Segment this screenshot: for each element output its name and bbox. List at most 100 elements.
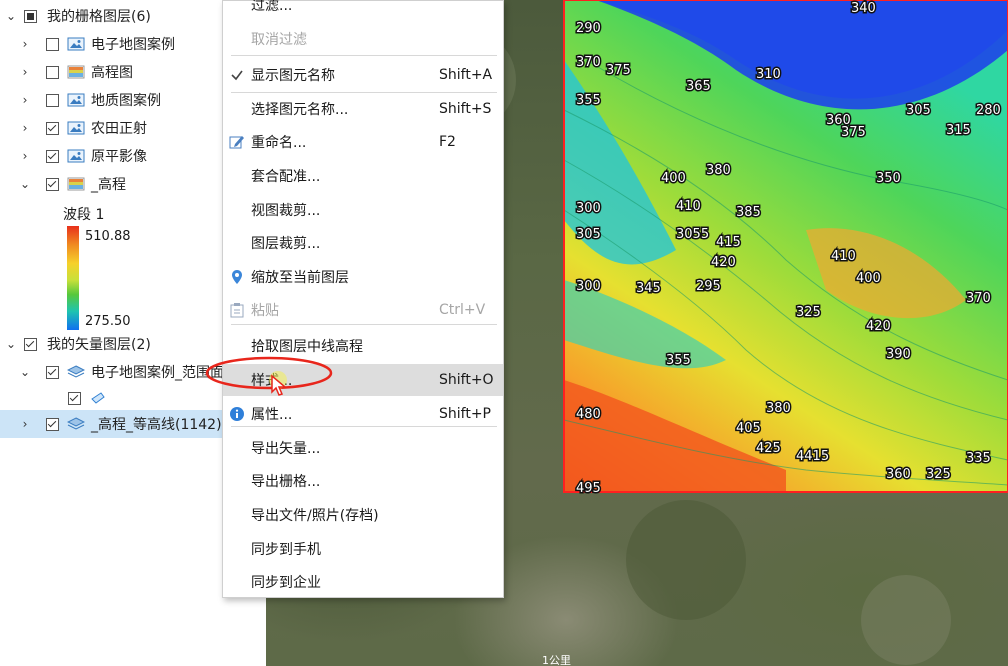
menu-item-label: 显示图元名称: [251, 68, 335, 84]
menu-item[interactable]: 同步到手机: [223, 533, 503, 565]
paste-icon: [230, 303, 244, 318]
menu-item[interactable]: 选择图元名称... Shift+S: [223, 93, 503, 125]
menu-item[interactable]: 同步到企业: [223, 566, 503, 598]
layer-checkbox[interactable]: [46, 417, 59, 431]
chevron-right-icon[interactable]: ›: [18, 37, 32, 51]
menu-item[interactable]: 套合配准...: [223, 160, 503, 192]
layer-label: _高程: [91, 177, 126, 193]
contour-label: 420: [866, 319, 891, 334]
menu-item-shortcut: Shift+A: [439, 67, 493, 83]
contour-label: 495: [576, 481, 601, 496]
image-layer-icon: [67, 121, 85, 135]
contour-label: 290: [576, 21, 601, 36]
contour-label: 425: [756, 441, 781, 456]
contour-label: 305: [906, 103, 931, 118]
layer-label: 农田正射: [91, 121, 147, 137]
layer-label: _高程_等高线(1142): [91, 417, 222, 433]
contour-label: 295: [696, 279, 721, 294]
chevron-down-icon[interactable]: ⌄: [4, 337, 18, 351]
chevron-down-icon[interactable]: ⌄: [18, 177, 32, 191]
sublayer-checkbox[interactable]: [68, 391, 81, 405]
image-layer-icon: [67, 93, 85, 107]
menu-item-shortcut: Shift+O: [439, 372, 494, 388]
menu-item[interactable]: 过滤...: [223, 0, 503, 21]
menu-item[interactable]: 导出文件/照片(存档): [223, 499, 503, 531]
elevation-layer-icon: [67, 177, 85, 191]
contour-label: 370: [576, 55, 601, 70]
contour-label: 360: [886, 467, 911, 482]
polygon-style-icon: [91, 392, 105, 404]
layer-checkbox[interactable]: [46, 37, 59, 51]
contour-label: 300: [576, 279, 601, 294]
group-checkbox[interactable]: [24, 9, 37, 23]
chevron-right-icon[interactable]: ›: [18, 417, 32, 431]
contour-label: 3055: [676, 227, 709, 242]
vector-group-label: 我的矢量图层(2): [47, 337, 151, 353]
layer-label: 原平影像: [91, 149, 147, 165]
menu-separator: [231, 55, 497, 56]
menu-item[interactable]: 图层裁剪...: [223, 227, 503, 259]
layer-checkbox[interactable]: [46, 121, 59, 135]
chevron-right-icon[interactable]: ›: [18, 65, 32, 79]
legend-max-value: 510.88: [85, 229, 131, 244]
menu-item[interactable]: 显示图元名称 Shift+A: [223, 59, 503, 91]
menu-separator: [231, 92, 497, 93]
menu-item-shortcut: Shift+S: [439, 101, 492, 117]
menu-item-label: 导出矢量...: [251, 441, 321, 457]
contour-label: 380: [766, 401, 791, 416]
contour-label: 280: [976, 103, 1001, 118]
contour-label: 325: [926, 467, 951, 482]
chevron-down-icon[interactable]: ⌄: [18, 365, 32, 379]
menu-item-label: 拾取图层中线高程: [251, 339, 363, 355]
menu-item[interactable]: 缩放至当前图层: [223, 261, 503, 293]
layer-checkbox[interactable]: [46, 365, 59, 379]
contour-label: 420: [711, 255, 736, 270]
group-checkbox[interactable]: [24, 337, 37, 351]
contour-label: 335: [966, 451, 991, 466]
menu-item[interactable]: 取消过滤: [223, 23, 503, 55]
layer-checkbox[interactable]: [46, 65, 59, 79]
contour-label: 355: [576, 93, 601, 108]
chevron-right-icon[interactable]: ›: [18, 121, 32, 135]
menu-item[interactable]: 视图裁剪...: [223, 194, 503, 226]
location-pin-icon: [232, 270, 242, 284]
menu-item[interactable]: 导出栅格...: [223, 465, 503, 497]
menu-item-shortcut: Shift+P: [439, 406, 491, 422]
contour-label: 385: [736, 205, 761, 220]
layer-checkbox[interactable]: [46, 149, 59, 163]
contour-label: 375: [606, 63, 631, 78]
layer-checkbox[interactable]: [46, 93, 59, 107]
menu-item-label: 取消过滤: [251, 32, 307, 48]
contour-label: 415: [716, 235, 741, 250]
chevron-down-icon[interactable]: ⌄: [4, 9, 18, 23]
chevron-right-icon[interactable]: ›: [18, 93, 32, 107]
contour-label: 410: [676, 199, 701, 214]
context-menu: 过滤... 取消过滤显示图元名称 Shift+A 选择图元名称... Shift+S 重命…: [222, 0, 504, 598]
menu-separator: [231, 324, 497, 325]
menu-item[interactable]: 粘贴 Ctrl+V: [223, 294, 503, 326]
menu-item[interactable]: 重命名... F2: [223, 126, 503, 158]
chevron-right-icon[interactable]: ›: [18, 149, 32, 163]
image-layer-icon: [67, 37, 85, 51]
elevation-color-ramp: [67, 226, 79, 330]
menu-item-label: 导出栅格...: [251, 474, 321, 490]
legend-min-value: 275.50: [85, 314, 131, 329]
vector-layers-icon: [67, 417, 85, 430]
contour-label: 310: [756, 67, 781, 82]
menu-item-label: 视图裁剪...: [251, 203, 321, 219]
raster-group-label: 我的栅格图层(6): [47, 9, 151, 25]
menu-item-shortcut: F2: [439, 134, 456, 150]
contour-label: 400: [661, 171, 686, 186]
layer-label: 电子地图案例: [91, 37, 175, 53]
contour-label: 355: [666, 353, 691, 368]
contour-label: 480: [576, 407, 601, 422]
contour-label: 365: [686, 79, 711, 94]
contour-label: 4415: [796, 449, 829, 464]
contour-label: 380: [706, 163, 731, 178]
contour-label: 340: [851, 1, 876, 16]
contour-label: 350: [876, 171, 901, 186]
layer-checkbox[interactable]: [46, 177, 59, 191]
contour-label: 325: [796, 305, 821, 320]
menu-item-label: 缩放至当前图层: [251, 270, 349, 286]
menu-item[interactable]: 导出矢量...: [223, 432, 503, 464]
